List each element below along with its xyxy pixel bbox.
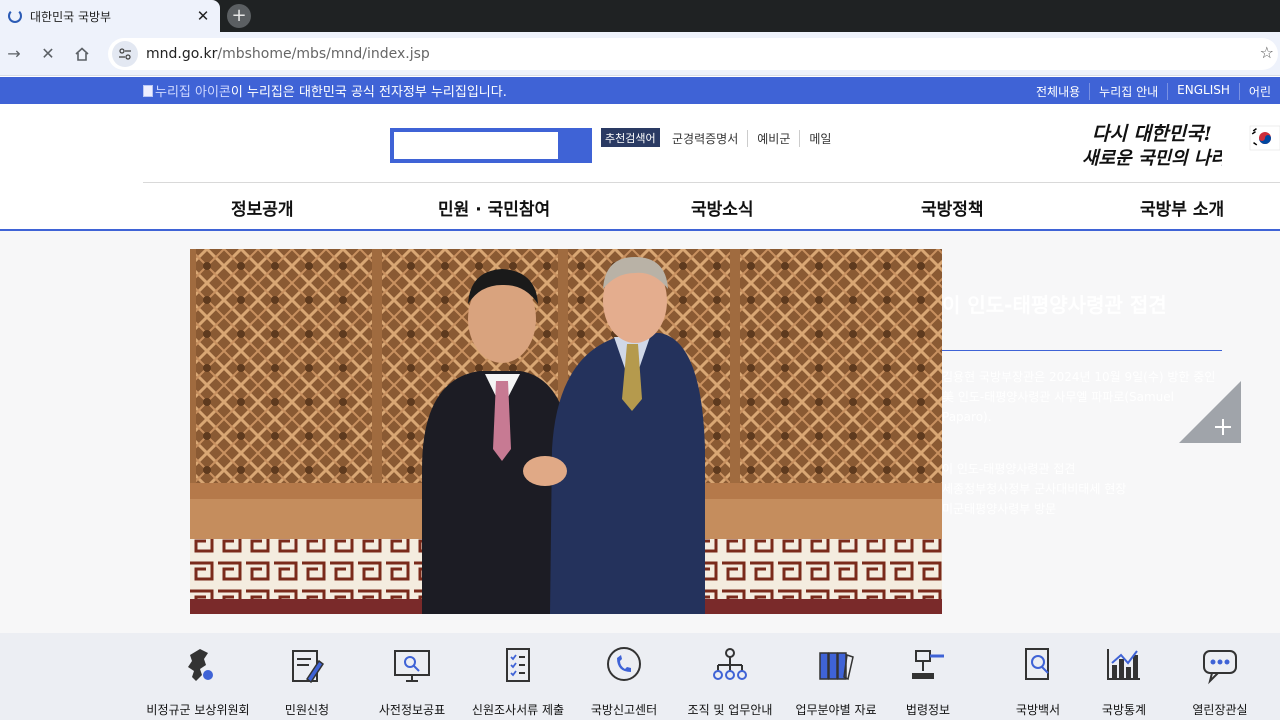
forward-icon[interactable]: → <box>2 42 26 66</box>
address-bar[interactable]: mnd.go.kr/mbshome/mbs/mnd/index.jsp ☆ <box>108 38 1278 70</box>
url-host: mnd.go.kr <box>146 46 218 62</box>
slogan-line1: 다시 대한민국! <box>1092 123 1212 145</box>
search-box <box>390 128 592 163</box>
slogan-logo: 다시 대한민국! 새로운 국민의 나라 <box>1082 123 1222 169</box>
monitor-search-icon <box>394 650 430 682</box>
gnb-info-disclosure[interactable]: 정보공개 <box>231 195 294 220</box>
quick-menu-prior-disclosure[interactable]: 사전정보공표 <box>352 645 472 718</box>
quick-menu-label: 신원조사서류 제출 <box>471 703 565 717</box>
quick-menu-label: 민원신청 <box>284 703 330 717</box>
header-quick-links: 군경력증명서 예비군 메일 <box>663 130 840 147</box>
gnb-civil-petition[interactable]: 민원 · 국민참여 <box>438 195 550 220</box>
more-plus-icon[interactable] <box>1179 381 1241 443</box>
news-list-item[interactable]: 세종정부청사정부 군사대비태세 현장 <box>942 479 1126 499</box>
binders-icon <box>819 652 854 681</box>
quick-menu-laws[interactable]: 법령정보 <box>868 645 988 718</box>
search-input[interactable] <box>394 132 558 159</box>
quick-menu-label: 조직 및 업무안내 <box>687 703 773 717</box>
util-link-english[interactable]: ENGLISH <box>1167 83 1239 100</box>
recommend-keywords-label[interactable]: 추천검색어 <box>601 128 660 147</box>
tab-title: 대한민국 국방부 <box>30 9 112 24</box>
home-icon[interactable] <box>70 42 94 66</box>
news-list-item[interactable]: 미군태평양사령부 방문 <box>942 499 1126 519</box>
loading-spinner-icon <box>8 9 22 23</box>
quick-link-career-cert[interactable]: 군경력증명서 <box>663 130 747 147</box>
slogan-line2: 새로운 국민의 나라 <box>1082 148 1222 169</box>
gov-notice-bar: 누리집 아이콘 이 누리집은 대한민국 공식 전자정부 누리집입니다. 전체내용… <box>0 77 1280 104</box>
korea-map-icon <box>188 649 213 681</box>
book-search-icon <box>1025 648 1049 680</box>
news-list: 이 인도-태평양사령관 접견 세종정부청사정부 군사대비태세 현장 미군태평양사… <box>942 459 1126 519</box>
headline-rule <box>942 350 1222 351</box>
utility-links: 전체내용 누리집 안내 ENGLISH 어린 <box>1027 83 1280 100</box>
util-link-kids[interactable]: 어린 <box>1238 83 1280 100</box>
main-navigation: 정보공개 민원 · 국민참여 국방소식 국방정책 국방부 소개 <box>0 183 1280 229</box>
site-info-icon[interactable] <box>112 41 138 67</box>
quick-menu-report-center[interactable]: 국방신고센터 <box>564 645 684 718</box>
quick-menu-label: 국방신고센터 <box>590 703 658 717</box>
quick-menu-organization[interactable]: 조직 및 업무안내 <box>670 645 790 718</box>
broken-image-icon <box>143 84 153 97</box>
emblem-alt-text: 누리집 아이콘 <box>155 85 231 100</box>
main-photo[interactable] <box>190 249 942 614</box>
gov-notice-text: 이 누리집은 대한민국 공식 전자정부 누리집입니다. <box>230 85 507 100</box>
phone-bubble-icon <box>607 647 641 681</box>
news-panel: 이 인도-태평양사령관 접견 김용현 국방부장관은 2024년 10월 9일(수… <box>942 249 1280 614</box>
gnb-defense-news[interactable]: 국방소식 <box>691 195 754 220</box>
util-link-guide[interactable]: 누리집 안내 <box>1089 83 1167 100</box>
new-tab-button[interactable]: + <box>227 4 251 28</box>
quick-menu-label: 비정규군 보상위원회 <box>146 703 250 717</box>
url-path: /mbshome/mbs/mnd/index.jsp <box>217 46 430 62</box>
quick-menu-compensation[interactable]: 비정규군 보상위원회 <box>138 645 258 718</box>
close-tab-icon[interactable]: ✕ <box>194 7 212 25</box>
util-link-all[interactable]: 전체내용 <box>1027 83 1089 100</box>
bookmark-star-icon[interactable]: ☆ <box>1260 43 1274 62</box>
news-list-item[interactable]: 이 인도-태평양사령관 접견 <box>942 459 1126 479</box>
browser-tab[interactable]: 대한민국 국방부 ✕ <box>0 0 220 32</box>
gov-emblem: 누리집 아이콘 이 누리집은 대한민국 공식 전자정부 누리집입니다. <box>143 81 507 100</box>
browser-tab-bar: 대한민국 국방부 ✕ + <box>0 0 1280 32</box>
quick-menu-label: 법령정보 <box>905 703 951 717</box>
quick-menu-open-office[interactable]: 열린장관실 <box>1160 645 1280 718</box>
gnb-about-ministry[interactable]: 국방부 소개 <box>1140 195 1224 220</box>
quick-menu-label: 사전정보공표 <box>378 703 446 717</box>
stop-loading-icon[interactable]: ✕ <box>36 42 60 66</box>
browser-toolbar: → ✕ mnd.go.kr/mbshome/mbs/mnd/index.jsp … <box>0 32 1280 76</box>
document-pen-icon <box>292 650 325 684</box>
chat-bubble-icon <box>1203 650 1237 685</box>
news-headline[interactable]: 이 인도-태평양사령관 접견 <box>942 289 1167 318</box>
bar-chart-icon <box>1107 649 1140 680</box>
gnb-defense-policy[interactable]: 국방정책 <box>921 195 984 220</box>
taegukgi-flag-icon <box>1249 125 1280 151</box>
checklist-icon <box>506 648 530 682</box>
org-chart-icon <box>713 648 747 680</box>
gavel-icon <box>912 650 944 679</box>
url-text: mnd.go.kr/mbshome/mbs/mnd/index.jsp <box>146 46 430 62</box>
quick-menu-background-check[interactable]: 신원조사서류 제출 <box>458 645 578 718</box>
quick-link-reserve[interactable]: 예비군 <box>747 130 799 147</box>
quick-menu-label: 열린장관실 <box>1192 703 1248 717</box>
quick-link-mail[interactable]: 메일 <box>799 130 840 147</box>
quick-menu-petition[interactable]: 민원신청 <box>247 645 367 718</box>
